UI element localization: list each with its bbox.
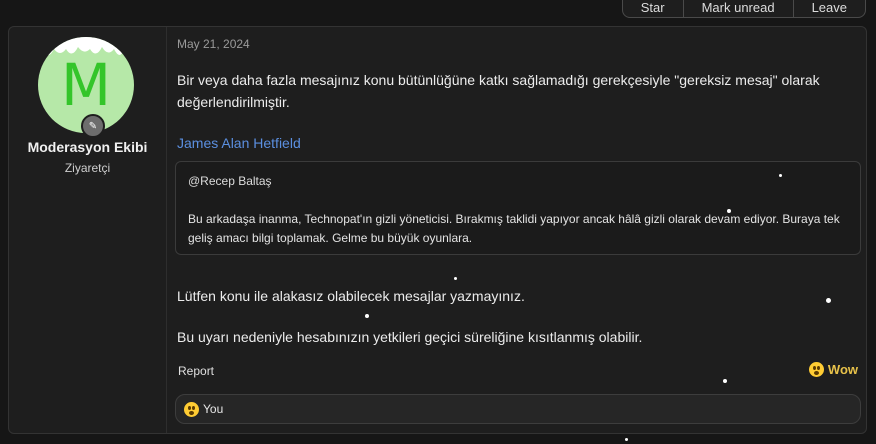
avatar-letter: M <box>60 51 112 119</box>
snow-dot <box>723 379 727 383</box>
message-paragraph: Bu uyarı nedeniyle hesabınızın yetkileri… <box>177 329 643 345</box>
snow-dot <box>625 438 628 441</box>
reactions-bar[interactable]: You <box>175 394 861 424</box>
wow-emoji-icon <box>808 362 824 377</box>
snow-dot <box>779 174 782 177</box>
user-panel: M ✎ Moderasyon Ekibi Ziyaretçi <box>9 27 167 433</box>
thread-actions: Star Mark unread Leave <box>621 0 866 18</box>
quote-header[interactable]: @Recep Baltaş <box>188 174 272 188</box>
leave-button[interactable]: Leave <box>792 0 865 17</box>
message-post: M ✎ Moderasyon Ekibi Ziyaretçi May 21, 2… <box>8 26 867 434</box>
staff-badge-icon: ✎ <box>81 114 105 138</box>
message-paragraph: Lütfen konu ile alakasız olabilecek mesa… <box>177 288 525 304</box>
quoted-author-link[interactable]: James Alan Hetfield <box>177 135 301 151</box>
report-link[interactable]: Report <box>178 364 214 378</box>
mark-unread-button[interactable]: Mark unread <box>682 0 793 17</box>
wow-emoji-icon <box>184 401 199 417</box>
user-title: Ziyaretçi <box>64 161 111 175</box>
reaction-summary: You <box>203 402 224 416</box>
snow-dot <box>454 277 457 280</box>
quote-block: @Recep Baltaş Bu arkadaşa inanma, Techno… <box>175 161 861 255</box>
snow-dot <box>826 298 831 303</box>
message-paragraph: Bir veya daha fazla mesajınız konu bütün… <box>177 72 820 110</box>
snow-dot <box>727 209 731 213</box>
username[interactable]: Moderasyon Ekibi <box>9 139 166 155</box>
reaction-label: Wow <box>827 362 858 377</box>
quote-body: Bu arkadaşa inanma, Technopat'ın gizli y… <box>188 212 840 245</box>
star-button[interactable]: Star <box>623 0 683 17</box>
post-date[interactable]: May 21, 2024 <box>177 37 250 51</box>
snow-dot <box>365 314 369 318</box>
reaction-button[interactable]: Wow <box>808 362 858 377</box>
